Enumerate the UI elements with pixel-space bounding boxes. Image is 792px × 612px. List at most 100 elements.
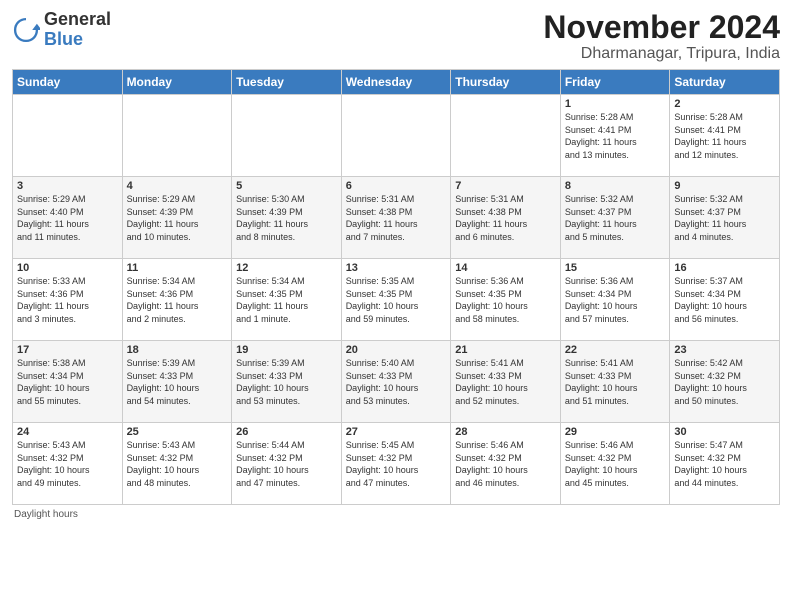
day-info: Sunrise: 5:33 AM Sunset: 4:36 PM Dayligh… [17,275,118,325]
day-number: 29 [565,426,666,438]
calendar-cell: 4Sunrise: 5:29 AM Sunset: 4:39 PM Daylig… [122,177,232,259]
day-info: Sunrise: 5:39 AM Sunset: 4:33 PM Dayligh… [127,357,228,407]
day-info: Sunrise: 5:40 AM Sunset: 4:33 PM Dayligh… [346,357,447,407]
calendar-cell: 7Sunrise: 5:31 AM Sunset: 4:38 PM Daylig… [451,177,561,259]
calendar-cell: 10Sunrise: 5:33 AM Sunset: 4:36 PM Dayli… [13,259,123,341]
day-number: 25 [127,426,228,438]
day-number: 28 [455,426,556,438]
calendar-cell: 2Sunrise: 5:28 AM Sunset: 4:41 PM Daylig… [670,95,780,177]
day-number: 27 [346,426,447,438]
day-info: Sunrise: 5:43 AM Sunset: 4:32 PM Dayligh… [17,439,118,489]
calendar-cell: 6Sunrise: 5:31 AM Sunset: 4:38 PM Daylig… [341,177,451,259]
day-info: Sunrise: 5:31 AM Sunset: 4:38 PM Dayligh… [346,193,447,243]
day-info: Sunrise: 5:41 AM Sunset: 4:33 PM Dayligh… [455,357,556,407]
calendar-cell: 11Sunrise: 5:34 AM Sunset: 4:36 PM Dayli… [122,259,232,341]
calendar-cell: 19Sunrise: 5:39 AM Sunset: 4:33 PM Dayli… [232,341,342,423]
weekday-header-thursday: Thursday [451,70,561,95]
calendar-cell: 9Sunrise: 5:32 AM Sunset: 4:37 PM Daylig… [670,177,780,259]
day-info: Sunrise: 5:46 AM Sunset: 4:32 PM Dayligh… [565,439,666,489]
calendar-cell: 30Sunrise: 5:47 AM Sunset: 4:32 PM Dayli… [670,423,780,505]
calendar-cell: 21Sunrise: 5:41 AM Sunset: 4:33 PM Dayli… [451,341,561,423]
day-info: Sunrise: 5:41 AM Sunset: 4:33 PM Dayligh… [565,357,666,407]
day-info: Sunrise: 5:35 AM Sunset: 4:35 PM Dayligh… [346,275,447,325]
day-number: 6 [346,180,447,192]
day-info: Sunrise: 5:29 AM Sunset: 4:40 PM Dayligh… [17,193,118,243]
calendar-cell: 22Sunrise: 5:41 AM Sunset: 4:33 PM Dayli… [560,341,670,423]
day-info: Sunrise: 5:37 AM Sunset: 4:34 PM Dayligh… [674,275,775,325]
calendar-cell: 23Sunrise: 5:42 AM Sunset: 4:32 PM Dayli… [670,341,780,423]
day-number: 21 [455,344,556,356]
calendar-cell: 8Sunrise: 5:32 AM Sunset: 4:37 PM Daylig… [560,177,670,259]
location-title: Dharmanagar, Tripura, India [543,45,780,63]
calendar-cell [232,95,342,177]
day-info: Sunrise: 5:38 AM Sunset: 4:34 PM Dayligh… [17,357,118,407]
day-number: 20 [346,344,447,356]
day-info: Sunrise: 5:44 AM Sunset: 4:32 PM Dayligh… [236,439,337,489]
calendar-cell [122,95,232,177]
day-number: 22 [565,344,666,356]
calendar: SundayMondayTuesdayWednesdayThursdayFrid… [12,69,780,505]
calendar-cell: 20Sunrise: 5:40 AM Sunset: 4:33 PM Dayli… [341,341,451,423]
day-info: Sunrise: 5:42 AM Sunset: 4:32 PM Dayligh… [674,357,775,407]
day-number: 26 [236,426,337,438]
day-number: 13 [346,262,447,274]
calendar-cell: 12Sunrise: 5:34 AM Sunset: 4:35 PM Dayli… [232,259,342,341]
month-title: November 2024 [543,10,780,45]
day-number: 23 [674,344,775,356]
day-number: 8 [565,180,666,192]
day-info: Sunrise: 5:46 AM Sunset: 4:32 PM Dayligh… [455,439,556,489]
day-info: Sunrise: 5:43 AM Sunset: 4:32 PM Dayligh… [127,439,228,489]
calendar-cell: 24Sunrise: 5:43 AM Sunset: 4:32 PM Dayli… [13,423,123,505]
day-info: Sunrise: 5:34 AM Sunset: 4:36 PM Dayligh… [127,275,228,325]
weekday-header-saturday: Saturday [670,70,780,95]
day-info: Sunrise: 5:36 AM Sunset: 4:35 PM Dayligh… [455,275,556,325]
day-number: 1 [565,98,666,110]
logo: General Blue [12,10,111,50]
day-number: 15 [565,262,666,274]
calendar-cell: 16Sunrise: 5:37 AM Sunset: 4:34 PM Dayli… [670,259,780,341]
day-number: 3 [17,180,118,192]
day-info: Sunrise: 5:31 AM Sunset: 4:38 PM Dayligh… [455,193,556,243]
footer-note: Daylight hours [12,509,780,520]
weekday-header-wednesday: Wednesday [341,70,451,95]
day-number: 2 [674,98,775,110]
title-block: November 2024 Dharmanagar, Tripura, Indi… [543,10,780,63]
calendar-cell: 17Sunrise: 5:38 AM Sunset: 4:34 PM Dayli… [13,341,123,423]
calendar-cell: 3Sunrise: 5:29 AM Sunset: 4:40 PM Daylig… [13,177,123,259]
day-number: 10 [17,262,118,274]
weekday-header-friday: Friday [560,70,670,95]
day-info: Sunrise: 5:36 AM Sunset: 4:34 PM Dayligh… [565,275,666,325]
weekday-header-monday: Monday [122,70,232,95]
calendar-cell: 15Sunrise: 5:36 AM Sunset: 4:34 PM Dayli… [560,259,670,341]
day-number: 7 [455,180,556,192]
day-info: Sunrise: 5:34 AM Sunset: 4:35 PM Dayligh… [236,275,337,325]
calendar-cell: 13Sunrise: 5:35 AM Sunset: 4:35 PM Dayli… [341,259,451,341]
calendar-cell: 18Sunrise: 5:39 AM Sunset: 4:33 PM Dayli… [122,341,232,423]
day-info: Sunrise: 5:45 AM Sunset: 4:32 PM Dayligh… [346,439,447,489]
calendar-cell: 14Sunrise: 5:36 AM Sunset: 4:35 PM Dayli… [451,259,561,341]
day-number: 11 [127,262,228,274]
day-info: Sunrise: 5:32 AM Sunset: 4:37 PM Dayligh… [565,193,666,243]
day-info: Sunrise: 5:30 AM Sunset: 4:39 PM Dayligh… [236,193,337,243]
day-number: 18 [127,344,228,356]
calendar-cell: 28Sunrise: 5:46 AM Sunset: 4:32 PM Dayli… [451,423,561,505]
day-number: 12 [236,262,337,274]
calendar-cell: 26Sunrise: 5:44 AM Sunset: 4:32 PM Dayli… [232,423,342,505]
calendar-cell: 25Sunrise: 5:43 AM Sunset: 4:32 PM Dayli… [122,423,232,505]
day-number: 5 [236,180,337,192]
logo-blue: Blue [44,30,111,50]
day-number: 30 [674,426,775,438]
calendar-cell: 27Sunrise: 5:45 AM Sunset: 4:32 PM Dayli… [341,423,451,505]
day-info: Sunrise: 5:32 AM Sunset: 4:37 PM Dayligh… [674,193,775,243]
day-info: Sunrise: 5:29 AM Sunset: 4:39 PM Dayligh… [127,193,228,243]
calendar-cell: 5Sunrise: 5:30 AM Sunset: 4:39 PM Daylig… [232,177,342,259]
calendar-cell: 1Sunrise: 5:28 AM Sunset: 4:41 PM Daylig… [560,95,670,177]
calendar-cell [341,95,451,177]
logo-general: General [44,10,111,30]
day-number: 19 [236,344,337,356]
logo-icon [12,16,40,44]
weekday-header-sunday: Sunday [13,70,123,95]
day-number: 14 [455,262,556,274]
day-info: Sunrise: 5:39 AM Sunset: 4:33 PM Dayligh… [236,357,337,407]
day-info: Sunrise: 5:28 AM Sunset: 4:41 PM Dayligh… [565,111,666,161]
